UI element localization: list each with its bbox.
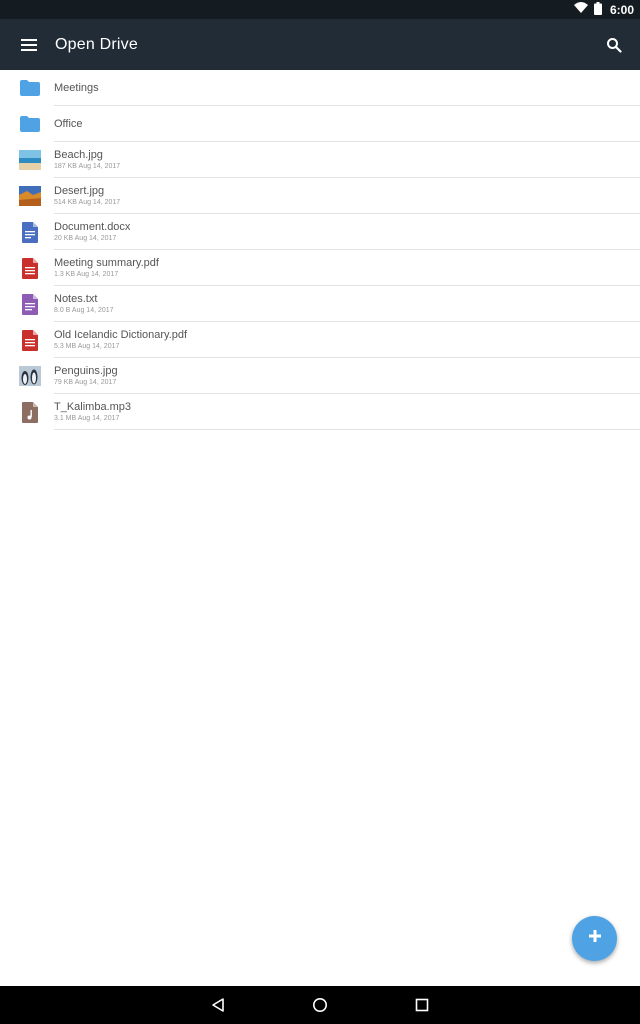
audio-file-icon xyxy=(19,401,41,423)
file-name: Notes.txt xyxy=(54,292,98,305)
file-name: Desert.jpg xyxy=(54,184,105,197)
desert-thumbnail-icon xyxy=(19,185,41,207)
file-name: Meetings xyxy=(54,81,99,94)
penguins-thumbnail-icon xyxy=(19,365,41,387)
list-item-file[interactable]: Document.docx 20 KB Aug 14, 2017 xyxy=(0,214,640,250)
recents-icon[interactable] xyxy=(411,994,433,1016)
search-icon[interactable] xyxy=(602,33,626,57)
add-file-button[interactable] xyxy=(572,916,617,961)
list-item-file[interactable]: Old Icelandic Dictionary.pdf 5.3 MB Aug … xyxy=(0,322,640,358)
home-icon[interactable] xyxy=(309,994,331,1016)
battery-icon xyxy=(593,1,602,18)
text-file-icon xyxy=(19,293,41,315)
file-meta: 20 KB Aug 14, 2017 xyxy=(54,234,117,242)
list-item-file[interactable]: T_Kalimba.mp3 3.1 MB Aug 14, 2017 xyxy=(0,394,640,430)
system-nav-bar xyxy=(0,986,640,1024)
file-list: Meetings Office Beach.jpg 187 KB Aug 14,… xyxy=(0,70,640,430)
list-item-file[interactable]: Desert.jpg 514 KB Aug 14, 2017 xyxy=(0,178,640,214)
hamburger-menu-icon[interactable] xyxy=(19,35,39,55)
divider xyxy=(54,429,640,430)
word-document-icon xyxy=(19,221,41,243)
file-name: T_Kalimba.mp3 xyxy=(54,400,132,413)
folder-icon xyxy=(19,77,41,99)
list-item-file[interactable]: Beach.jpg 187 KB Aug 14, 2017 xyxy=(0,142,640,178)
status-bar: 6:00 xyxy=(0,0,640,19)
list-item-file[interactable]: Penguins.jpg 79 KB Aug 14, 2017 xyxy=(0,358,640,394)
file-name: Beach.jpg xyxy=(54,148,103,161)
file-name: Old Icelandic Dictionary.pdf xyxy=(54,328,188,341)
folder-icon xyxy=(19,113,41,135)
file-name: Meeting summary.pdf xyxy=(54,256,159,269)
file-name: Penguins.jpg xyxy=(54,364,118,377)
list-item-file[interactable]: Notes.txt 8.0 B Aug 14, 2017 xyxy=(0,286,640,322)
file-meta: 187 KB Aug 14, 2017 xyxy=(54,162,121,170)
file-meta: 3.1 MB Aug 14, 2017 xyxy=(54,414,120,422)
plus-icon xyxy=(588,929,602,948)
file-meta: 79 KB Aug 14, 2017 xyxy=(54,378,117,386)
pdf-icon xyxy=(19,329,41,351)
list-item-folder[interactable]: Meetings xyxy=(0,70,640,106)
file-name: Office xyxy=(54,117,83,130)
page-title: Open Drive xyxy=(55,35,138,53)
beach-thumbnail-icon xyxy=(19,149,41,171)
list-item-file[interactable]: Meeting summary.pdf 1.3 KB Aug 14, 2017 xyxy=(0,250,640,286)
app-toolbar: Open Drive xyxy=(0,19,640,70)
file-meta: 8.0 B Aug 14, 2017 xyxy=(54,306,114,314)
list-item-folder[interactable]: Office xyxy=(0,106,640,142)
file-meta: 514 KB Aug 14, 2017 xyxy=(54,198,121,206)
file-meta: 5.3 MB Aug 14, 2017 xyxy=(54,342,120,350)
clock: 6:00 xyxy=(609,2,634,17)
wifi-icon xyxy=(573,2,588,17)
back-icon[interactable] xyxy=(207,994,229,1016)
pdf-icon xyxy=(19,257,41,279)
file-name: Document.docx xyxy=(54,220,131,233)
file-meta: 1.3 KB Aug 14, 2017 xyxy=(54,270,119,278)
